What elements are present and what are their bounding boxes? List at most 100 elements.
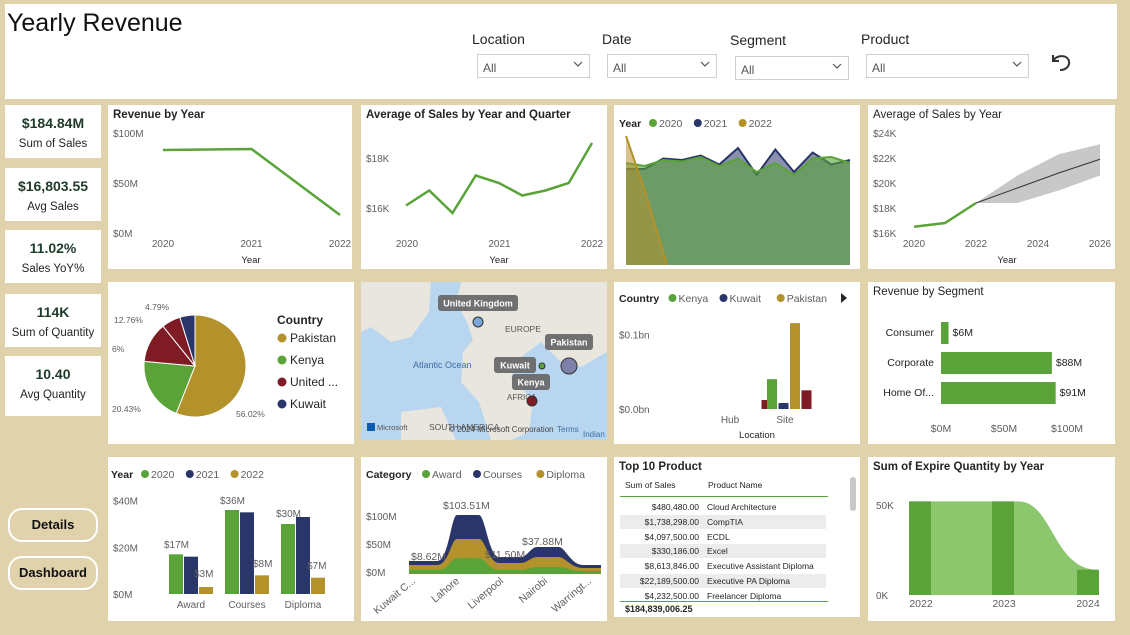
- filter-date-dropdown[interactable]: All: [607, 54, 717, 78]
- chart-revenue-by-year[interactable]: $0M $50M $100M 2020 2021 2022 Year Revenue by …: [108, 105, 352, 269]
- kpi-value: 114K: [36, 304, 70, 320]
- y-tick-label: $16K: [873, 229, 897, 240]
- x-axis-label: Year: [241, 255, 260, 266]
- x-tick-label: 2022: [329, 239, 352, 250]
- x-tick-label: 2021: [240, 239, 263, 250]
- map-bubble: [538, 362, 546, 370]
- cell-sum-of-sales: $22,189,500.00: [639, 576, 699, 586]
- legend-label: Award: [432, 469, 462, 481]
- data-label: $30M: [276, 509, 301, 520]
- x-tick-label: 2020: [152, 239, 175, 250]
- cell-sum-of-sales: $4,097,500.00: [644, 531, 699, 542]
- chart-revenue-segment[interactable]: Consumer $6M Corporate $88M Home Of... $91M $0…: [868, 282, 1115, 444]
- map-region-label: Atlantic Ocean: [413, 360, 472, 370]
- table-header-rule: [620, 496, 828, 497]
- bar: [778, 403, 789, 409]
- kpi-card-avg-quantity: 10.40 Avg Quantity: [5, 356, 101, 416]
- legend-label: United ...: [290, 375, 338, 389]
- map-visual[interactable]: EUROPE Atlantic Ocean AFRICA SOUTH AMERICA I…: [361, 282, 607, 440]
- filter-location-dropdown[interactable]: All: [477, 54, 590, 78]
- pie-label: 4.79%: [145, 302, 170, 312]
- filter-location-value: All: [483, 61, 497, 75]
- cell-product-name: Freelancer Diploma: [707, 590, 782, 601]
- chart-avg-sales-year[interactable]: $16K $18K $20K $22K $24K 2020 2022 2024 2026 Year…: [868, 105, 1115, 269]
- legend-marker: [668, 294, 677, 302]
- x-tick-label: Liverpool: [466, 575, 506, 612]
- cell-sum-of-sales: $1,738,298.00: [644, 516, 699, 527]
- chart-country-pie[interactable]: 56.02% 20.43% 12.76% 4.79% 6% Country Pakistan…: [108, 282, 354, 444]
- table-scrollbar[interactable]: [850, 477, 856, 511]
- chart-year-category[interactable]: Year 2020 2021 2022 $0M $20M $40M Award Courses D…: [108, 457, 354, 621]
- x-tick-label: $50M: [991, 423, 1017, 435]
- legend-marker: [693, 119, 702, 127]
- pie-label: 20.43%: [112, 404, 141, 414]
- table-row[interactable]: $8,613,846.00 Executive Assistant Diploma: [620, 559, 826, 573]
- chart-country-location[interactable]: Country Kenya Kuwait Pakistan $0.0bn $0.1bn Hu…: [614, 282, 860, 444]
- y-tick-label: $22K: [873, 154, 897, 165]
- legend-marker: [422, 470, 430, 478]
- y-category-label: Consumer: [886, 327, 935, 339]
- legend-label: Pakistan: [787, 293, 827, 305]
- details-button[interactable]: Details: [8, 508, 98, 542]
- bar: [767, 379, 777, 409]
- data-label: $8.62M: [411, 551, 446, 563]
- country-location-svg: Country Kenya Kuwait Pakistan $0.0bn $0.1bn Hu…: [619, 293, 847, 441]
- header-panel: Yearly Revenue Location All Date All Seg…: [5, 4, 1117, 99]
- table-row[interactable]: $22,189,500.00 Executive PA Diploma: [620, 574, 826, 588]
- bar: [225, 510, 239, 594]
- chart-year-area[interactable]: Year 2020 2021 2022: [614, 105, 860, 269]
- chart-category-ribbon[interactable]: Category Award Courses Diploma $0M $50M $100M $…: [361, 457, 607, 621]
- y-tick-label: $0M: [113, 590, 132, 601]
- kpi-card-sum-sales: $184.84M Sum of Sales: [5, 105, 101, 158]
- chart-title: Sum of Expire Quantity by Year: [873, 461, 1045, 473]
- x-tick-label: 2020: [396, 239, 419, 250]
- series-line: [405, 142, 594, 215]
- cell-product-name: ECDL: [707, 531, 730, 542]
- legend-label: 2022: [241, 469, 265, 481]
- dashboard-button[interactable]: Dashboard: [8, 556, 98, 590]
- table-row[interactable]: $4,097,500.00 ECDL: [620, 530, 826, 544]
- map-tag-pakistan: Pakistan: [550, 338, 587, 348]
- chart-avg-sales-quarter[interactable]: $16K $18K 2020 2021 2022 Year Average of Sale…: [361, 105, 607, 269]
- chart-expire-quantity[interactable]: 0K 50K 2022 2023 2024 Sum of Expire Quantity…: [868, 457, 1115, 621]
- filter-product-dropdown[interactable]: All: [866, 54, 1029, 78]
- legend-label: 2021: [704, 118, 728, 130]
- table-top-products[interactable]: Top 10 Product Sum of Sales Product Name…: [614, 457, 860, 617]
- legend-marker: [738, 119, 747, 127]
- x-tick-label: 2022: [965, 239, 988, 250]
- chart-title: Average of Sales by Year and Quarter: [366, 109, 571, 121]
- revenue-by-year-svg: $0M $50M $100M 2020 2021 2022 Year: [113, 129, 352, 266]
- map-tag-kuwait: Kuwait: [500, 361, 530, 371]
- map-svg[interactable]: EUROPEAtlantic OceanAFRICASOUTH AMERICAI…: [361, 282, 607, 440]
- bar: [311, 577, 325, 594]
- data-label: $37.88M: [522, 536, 563, 548]
- bar: [941, 322, 949, 344]
- map-credit-ms: Microsoft: [377, 423, 408, 432]
- y-tick-label: $0.0bn: [619, 405, 650, 416]
- forecast-band: [976, 144, 1100, 203]
- page-title: Yearly Revenue: [7, 9, 183, 37]
- legend-label: Kenya: [679, 293, 709, 305]
- filter-segment-dropdown[interactable]: All: [735, 56, 849, 80]
- x-tick-label: 2023: [992, 598, 1016, 610]
- map-bubble: [526, 395, 538, 407]
- x-tick-label: Award: [177, 600, 205, 611]
- table-row[interactable]: $480,480.00 Cloud Architecture: [620, 500, 826, 514]
- filter-segment-value: All: [741, 63, 755, 77]
- legend-marker: [277, 333, 287, 343]
- bar: [941, 352, 1052, 374]
- table-header-product: Product Name: [708, 480, 763, 490]
- x-tick-label: 2026: [1089, 239, 1112, 250]
- legend-label: Kenya: [290, 353, 324, 367]
- table-row[interactable]: $1,738,298.00 CompTIA: [620, 514, 826, 529]
- y-tick-label: $40M: [113, 497, 138, 508]
- legend-marker: [185, 470, 194, 478]
- map-tag-uk: United Kingdom: [443, 299, 513, 309]
- x-axis-label: Location: [739, 430, 775, 441]
- y-tick-label: $18K: [366, 154, 390, 165]
- series-line: [913, 201, 977, 228]
- table-row[interactable]: $330,186.00 Excel: [620, 544, 826, 559]
- x-tick-label: $100M: [1051, 423, 1083, 435]
- undo-icon[interactable]: [1048, 49, 1074, 75]
- filter-product-label: Product: [861, 31, 910, 47]
